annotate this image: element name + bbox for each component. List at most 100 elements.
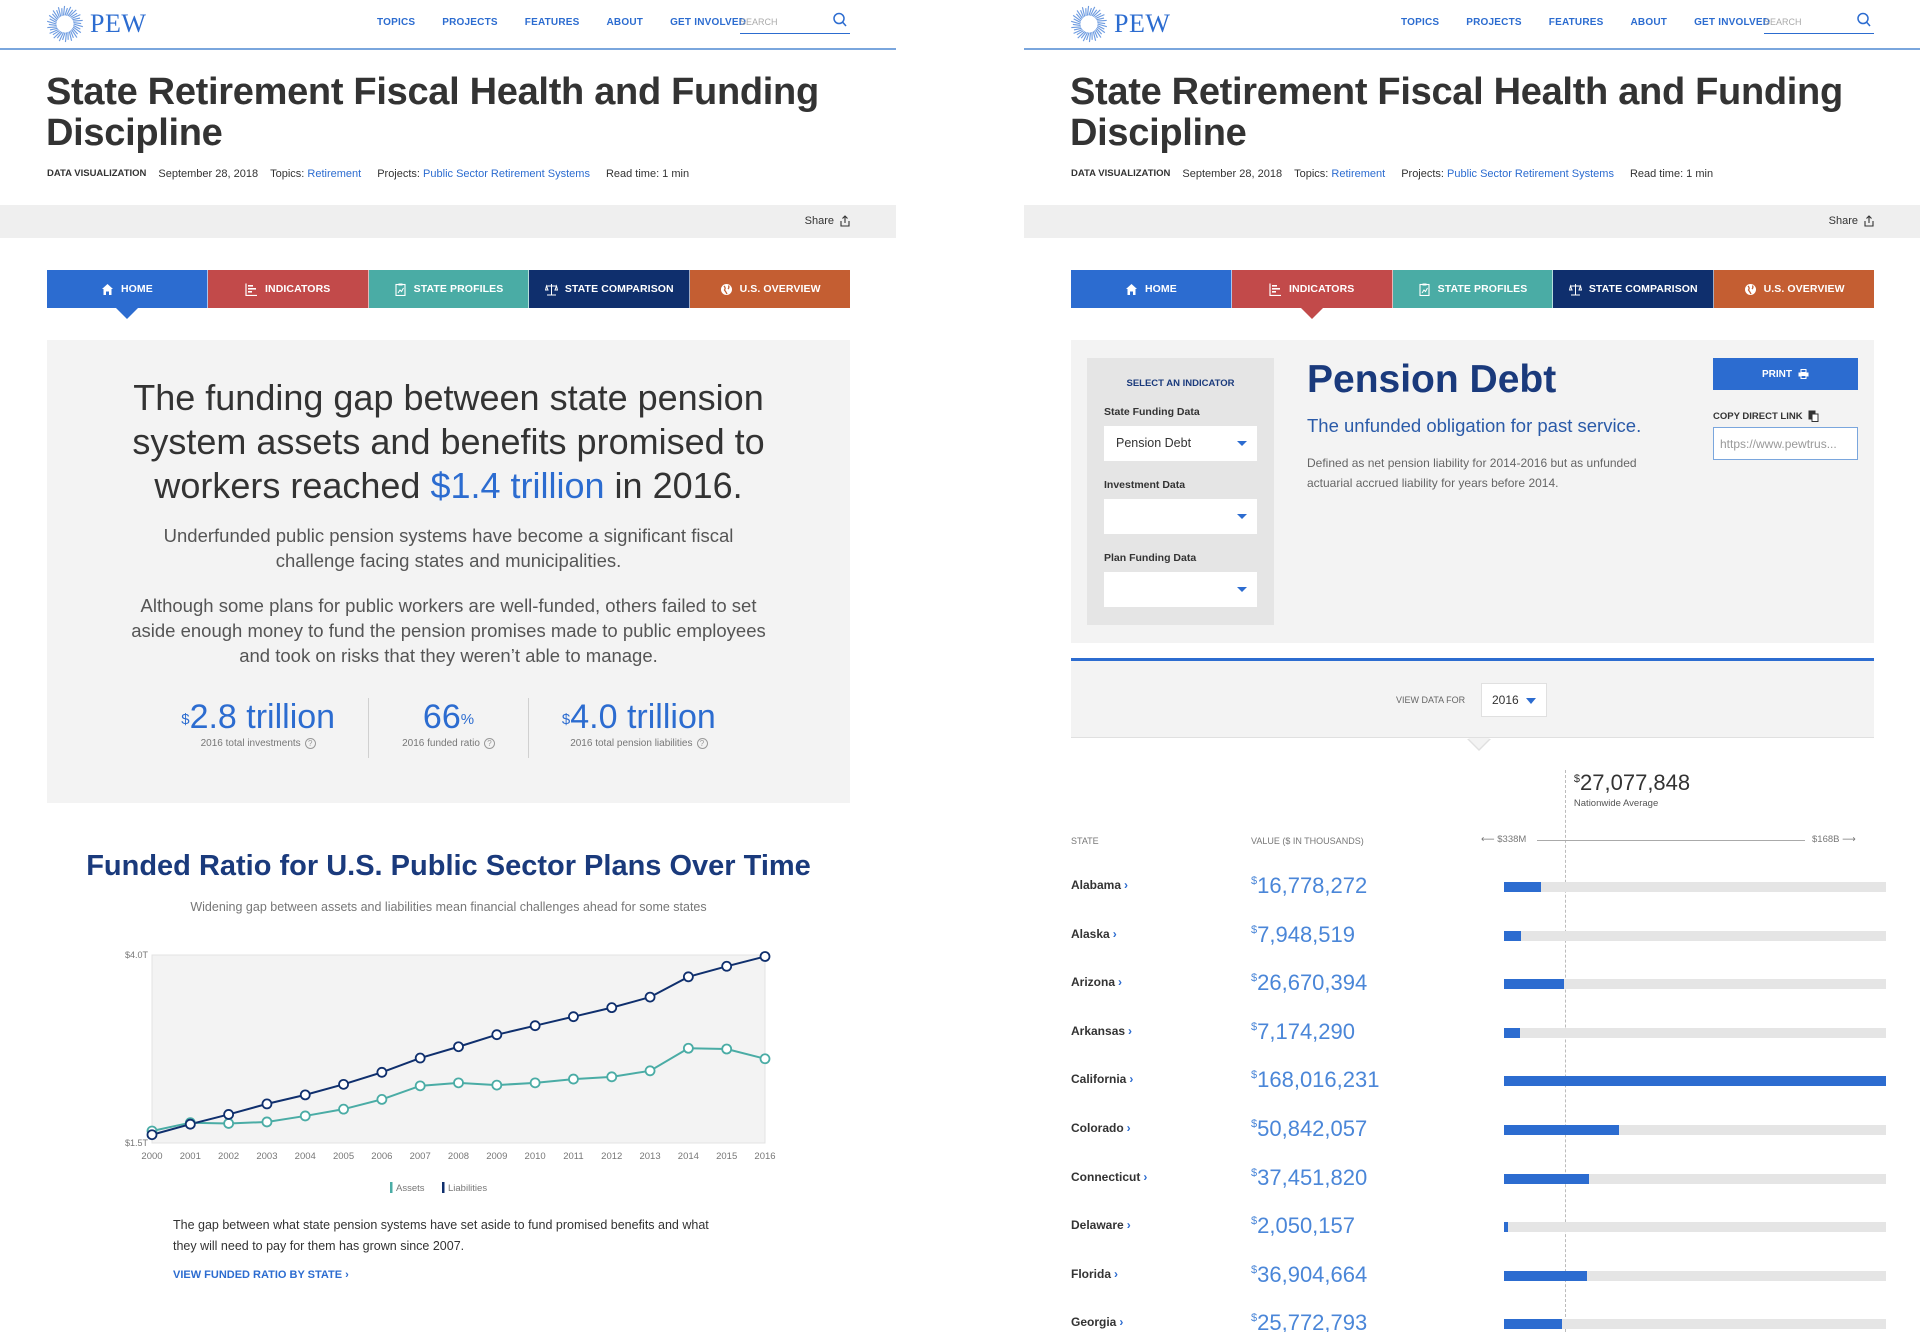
help-icon[interactable]: ? [696,738,708,749]
tab-home[interactable]: HOME [47,270,208,319]
tab-state-profiles[interactable]: STATE PROFILES [1392,270,1554,308]
state-row: Florida › $36,904,664 [1071,1262,1891,1292]
search-icon[interactable] [832,12,848,28]
state-link[interactable]: Arizona › [1071,975,1122,989]
tab-label: STATE PROFILES [1437,283,1528,295]
tab-home[interactable]: HOME [1071,270,1232,308]
state-link[interactable]: Connecticut › [1071,1170,1147,1184]
tab-indicators[interactable]: INDICATORS [1231,270,1393,319]
tab-label: STATE COMPARISON [1588,283,1698,295]
site-header: PEW TOPICS PROJECTS FEATURES ABOUT GET I… [1024,0,1920,50]
state-name: Connecticut [1071,1169,1141,1184]
state-link[interactable]: Alabama › [1071,878,1128,892]
project-link[interactable]: Public Sector Retirement Systems [1447,168,1614,180]
state-link[interactable]: Arkansas › [1071,1024,1132,1038]
tab-u-s-overview[interactable]: U.S. OVERVIEW [1714,270,1874,308]
topic-link[interactable]: Retirement [1331,168,1385,180]
sunburst-icon [46,5,84,43]
stat-total-liabilities: $4.0 trillion 2016 total pension liabili… [529,698,749,758]
point-liabilities [146,1129,158,1141]
x-tick-label: 2004 [295,1151,316,1162]
bar-track [1504,1173,1886,1184]
tab-label: U.S. OVERVIEW [739,283,821,295]
tab-state-comparison[interactable]: STATE COMPARISON [529,270,691,308]
caret-down-icon [1526,698,1536,704]
topic-link[interactable]: Retirement [307,168,361,180]
hero-summary: The funding gap between state pension sy… [47,340,850,803]
state-name: Colorado [1071,1121,1124,1135]
point-liabilities [759,951,771,962]
search-input[interactable] [1764,17,1844,27]
publish-date: September 28, 2018 [1182,168,1283,180]
share-label: Share [1828,215,1858,227]
project-link[interactable]: Public Sector Retirement Systems [423,168,590,180]
plan-funding-label: Plan Funding Data [1104,552,1197,564]
help-icon[interactable]: ? [483,738,495,749]
state-link[interactable]: Delaware › [1071,1218,1131,1232]
share-bar: Share [1024,205,1920,238]
nav-topics[interactable]: TOPICS [1401,17,1439,28]
nav-get-involved[interactable]: GET INVOLVED [1694,17,1770,28]
share-button[interactable]: Share [1829,215,1874,227]
tab-state-comparison[interactable]: STATE COMPARISON [1553,270,1715,308]
nav-topics[interactable]: TOPICS [377,17,415,28]
state-link[interactable]: California › [1071,1072,1133,1086]
x-tick-label: 2005 [333,1151,354,1162]
state-link[interactable]: Colorado › [1071,1121,1131,1135]
point-liabilities [299,1089,311,1101]
indicator-panel: SELECT AN INDICATOR State Funding Data P… [1071,340,1874,643]
nav-projects[interactable]: PROJECTS [1466,17,1522,28]
nav-get-involved[interactable]: GET INVOLVED [670,17,746,28]
tab-state-profiles[interactable]: STATE PROFILES [368,270,530,308]
search-icon[interactable] [1856,12,1872,28]
bar-arkansas [1504,1027,1520,1038]
point-liabilities [491,1029,503,1041]
topics-label: Topics: [1294,168,1329,180]
tab-u-s-overview[interactable]: U.S. OVERVIEW [690,270,850,308]
print-button[interactable]: PRINT [1713,358,1858,390]
point-liabilities [644,991,656,1003]
nav-features[interactable]: FEATURES [1549,17,1604,28]
plan-funding-dropdown[interactable] [1104,572,1257,607]
clipboard-copy-icon[interactable] [1808,410,1819,422]
y-tick-label: $4.0T [125,950,149,960]
direct-link-field[interactable] [1713,427,1858,460]
average-number: 27,077,848 [1580,770,1691,795]
pew-logo[interactable]: PEW [1070,5,1170,43]
search-input[interactable] [740,17,820,27]
scale-axis-line [1537,840,1805,841]
state-funding-dropdown[interactable]: Pension Debt [1104,426,1257,461]
currency-prefix: $ [1573,773,1581,785]
tab-indicators[interactable]: INDICATORS [207,270,369,308]
copy-link-text: COPY DIRECT LINK [1713,410,1803,422]
stat-total-investments: $2.8 trillion 2016 total investments? [148,698,370,758]
column-header-state[interactable]: STATE [1071,836,1099,846]
nav-features[interactable]: FEATURES [525,17,580,28]
bar-track [1504,1319,1886,1330]
column-header-value[interactable]: VALUE ($ IN THOUSANDS) [1251,836,1364,846]
chart-title: Funded Ratio for U.S. Public Sector Plan… [86,850,811,882]
state-link[interactable]: Florida › [1071,1267,1118,1281]
stat-value: 66 [422,698,461,736]
state-link[interactable]: Alaska › [1071,927,1117,941]
nationwide-average-label: Nationwide Average [1573,798,1659,809]
point-assets [299,1110,311,1122]
bar-track [1504,1125,1886,1135]
investment-data-dropdown[interactable] [1104,499,1257,534]
nav-about[interactable]: ABOUT [607,17,644,28]
share-button[interactable]: Share [805,215,850,227]
currency-prefix: $ [1251,1215,1258,1228]
x-tick-label: 2003 [256,1151,277,1162]
year-dropdown[interactable]: 2016 [1481,683,1547,717]
chevron-right-icon: › [1119,1315,1124,1330]
indicator-selector: SELECT AN INDICATOR State Funding Data P… [1087,358,1274,625]
point-liabilities [414,1052,426,1064]
view-funded-ratio-link[interactable]: VIEW FUNDED RATIO BY STATE › [173,1269,349,1281]
nav-projects[interactable]: PROJECTS [442,17,498,28]
state-row: Alabama › $16,778,272 [1071,873,1891,903]
help-icon[interactable]: ? [304,738,316,749]
investment-data-label: Investment Data [1104,479,1186,491]
pew-logo[interactable]: PEW [46,5,146,43]
state-link[interactable]: Georgia › [1071,1315,1123,1329]
nav-about[interactable]: ABOUT [1631,17,1668,28]
